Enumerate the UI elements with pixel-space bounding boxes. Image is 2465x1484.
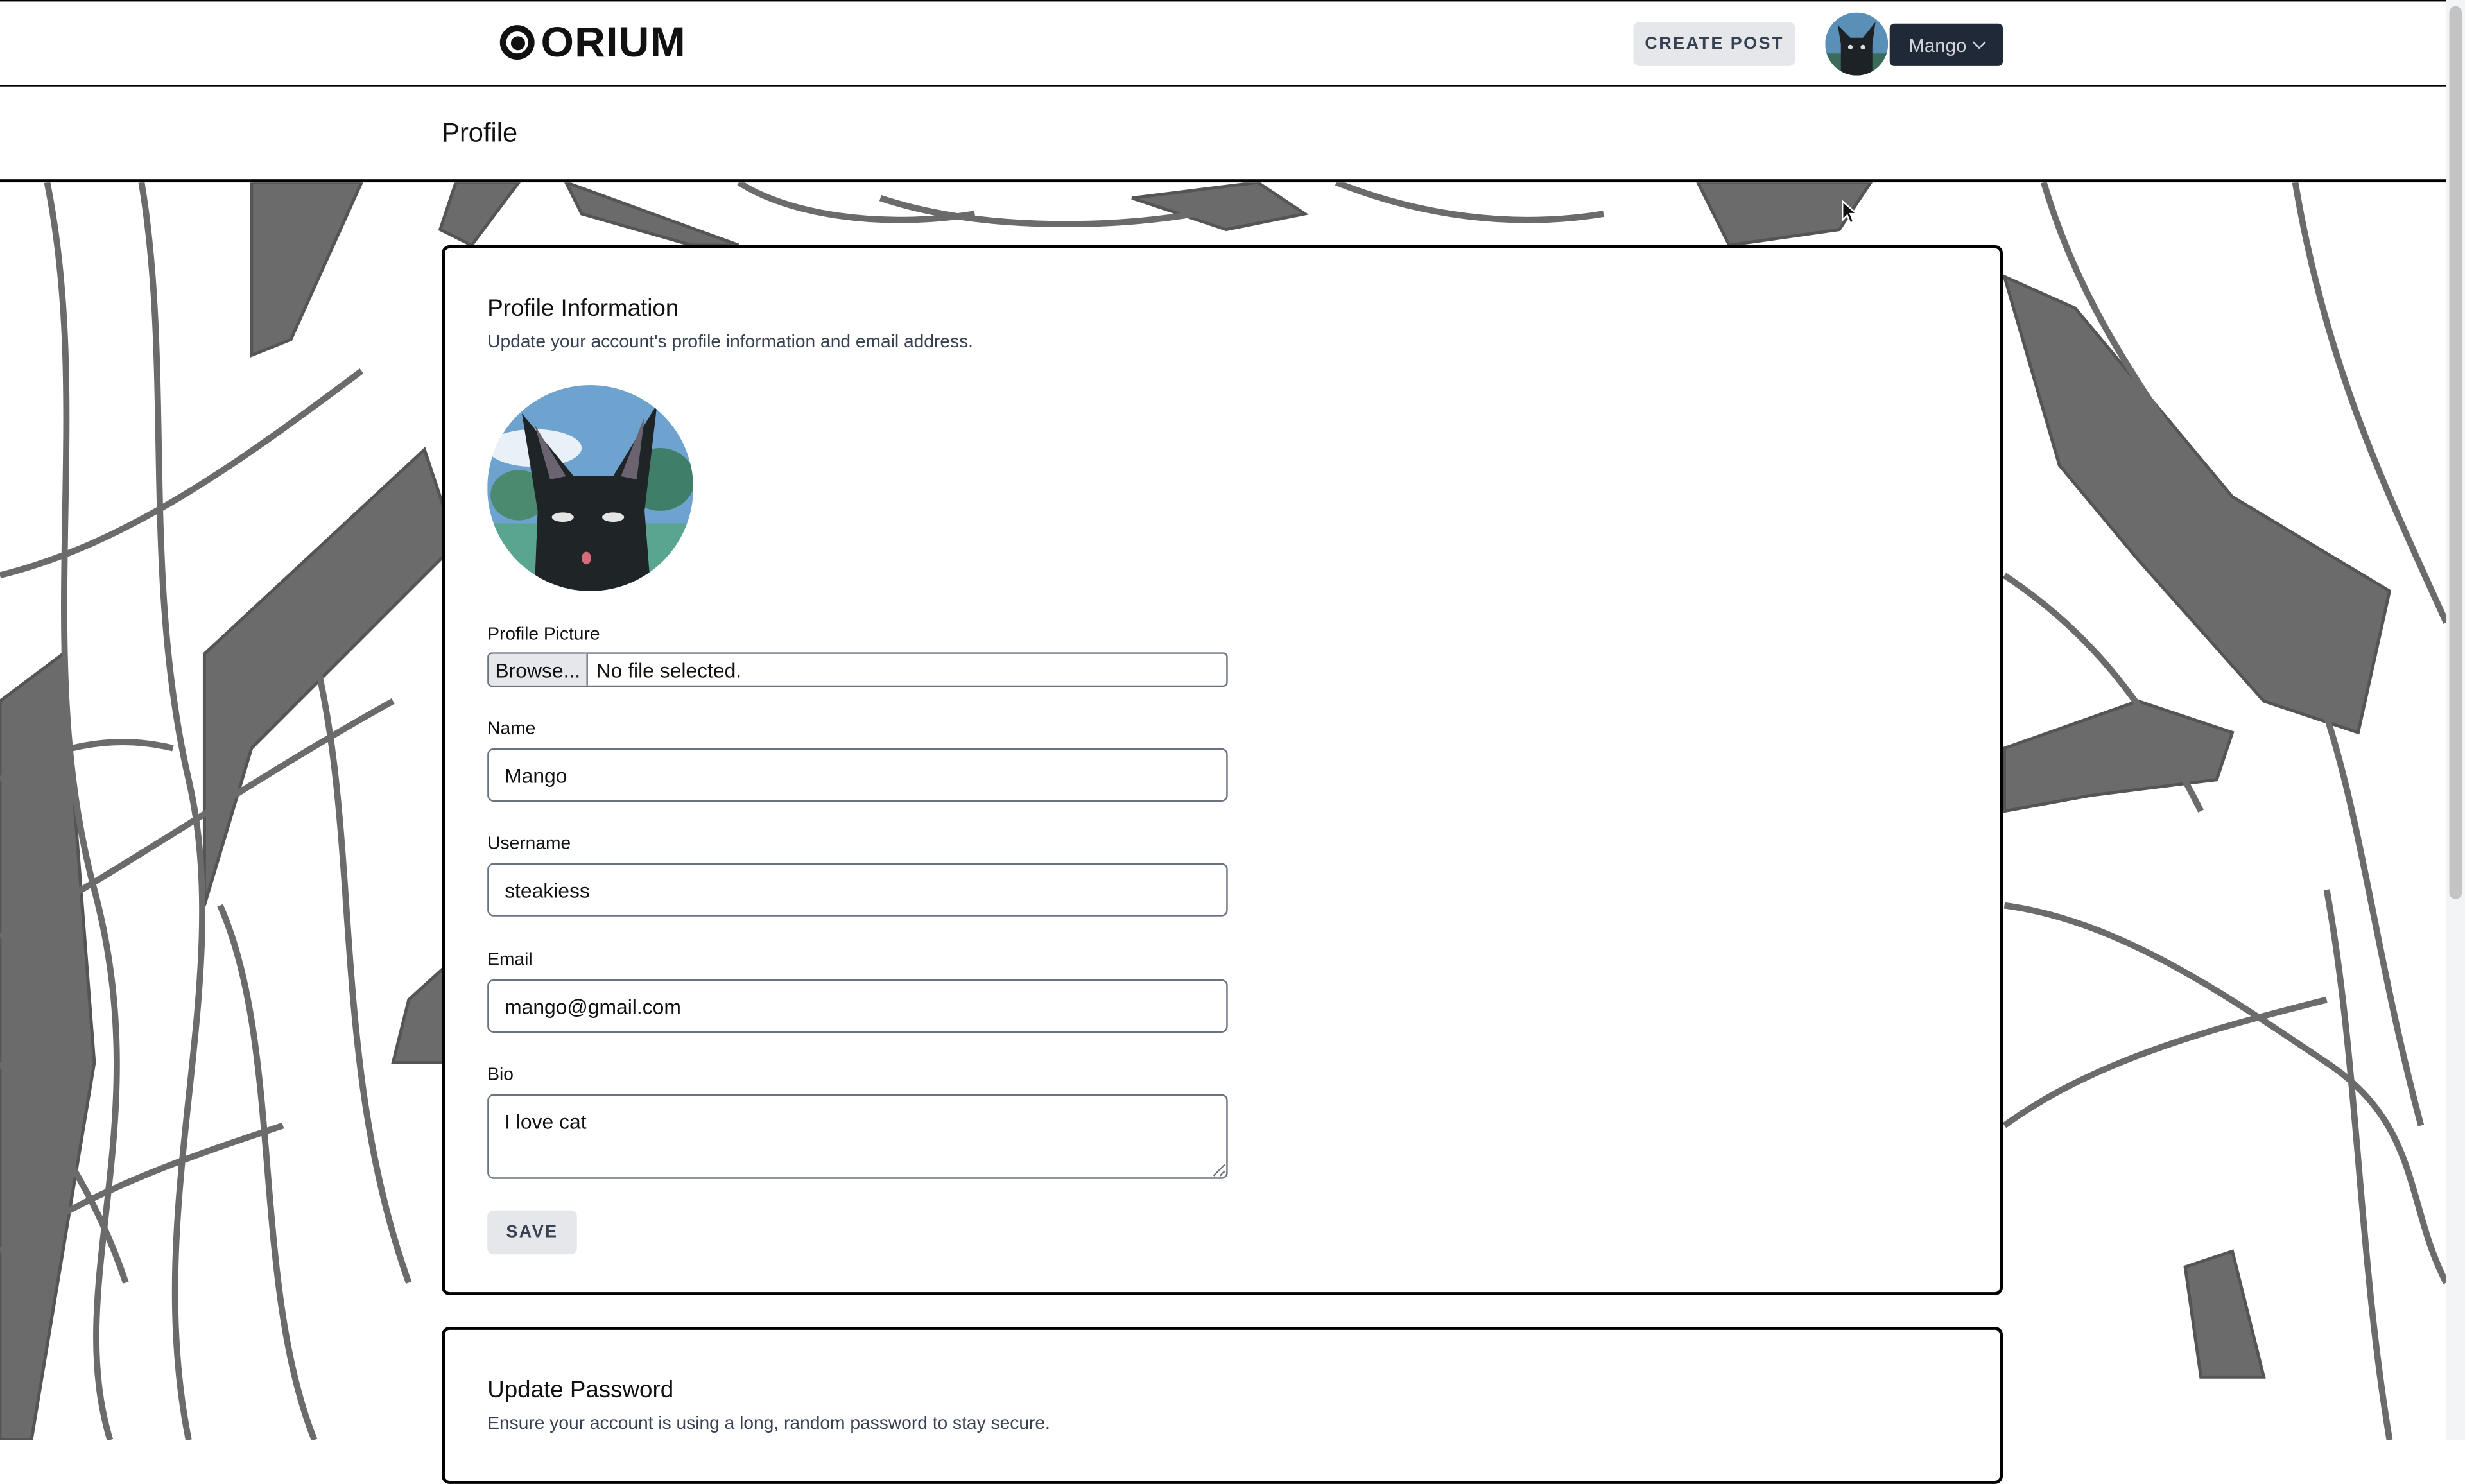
save-button[interactable]: SAVE bbox=[487, 1210, 577, 1255]
card-title: Update Password bbox=[487, 1377, 674, 1404]
mouse-cursor-icon bbox=[1842, 200, 1857, 225]
scrollbar-thumb[interactable] bbox=[2449, 6, 2462, 899]
user-menu-dropdown[interactable]: Mango bbox=[1889, 23, 2003, 66]
chevron-down-icon bbox=[1972, 35, 1986, 49]
profile-information-card: Profile Information Update your account'… bbox=[442, 245, 2003, 1295]
card-title: Profile Information bbox=[487, 295, 679, 323]
user-avatar[interactable] bbox=[1825, 12, 1889, 76]
page-title: Profile bbox=[442, 117, 518, 148]
page-header: Profile bbox=[0, 86, 2446, 183]
browse-button[interactable]: Browse... bbox=[489, 653, 589, 686]
user-menu-label: Mango bbox=[1908, 33, 1967, 56]
cat-profile-image bbox=[487, 385, 694, 591]
logo-mark-icon bbox=[499, 25, 535, 60]
bio-label: Bio bbox=[487, 1066, 514, 1085]
username-label: Username bbox=[487, 834, 571, 854]
logo-text: ORIUM bbox=[541, 18, 686, 65]
name-label: Name bbox=[487, 720, 536, 739]
profile-picture bbox=[487, 385, 694, 591]
email-label: Email bbox=[487, 951, 533, 971]
card-description: Update your account's profile informatio… bbox=[487, 333, 974, 352]
logo[interactable]: ORIUM bbox=[499, 17, 686, 67]
create-post-button[interactable]: CREATE POST bbox=[1633, 22, 1795, 66]
update-password-card: Update Password Ensure your account is u… bbox=[442, 1326, 2003, 1484]
file-status: No file selected. bbox=[596, 657, 742, 682]
card-description: Ensure your account is using a long, ran… bbox=[487, 1415, 1050, 1434]
bio-textarea[interactable]: I love cat bbox=[487, 1094, 1228, 1179]
name-input[interactable] bbox=[487, 748, 1228, 802]
cat-avatar-icon bbox=[1825, 12, 1889, 76]
profile-picture-file-input[interactable]: Browse... No file selected. bbox=[487, 652, 1228, 687]
email-input[interactable] bbox=[487, 979, 1228, 1033]
profile-picture-label: Profile Picture bbox=[487, 625, 600, 645]
username-input[interactable] bbox=[487, 863, 1228, 917]
top-navigation: ORIUM CREATE POST Mango bbox=[0, 0, 2446, 89]
